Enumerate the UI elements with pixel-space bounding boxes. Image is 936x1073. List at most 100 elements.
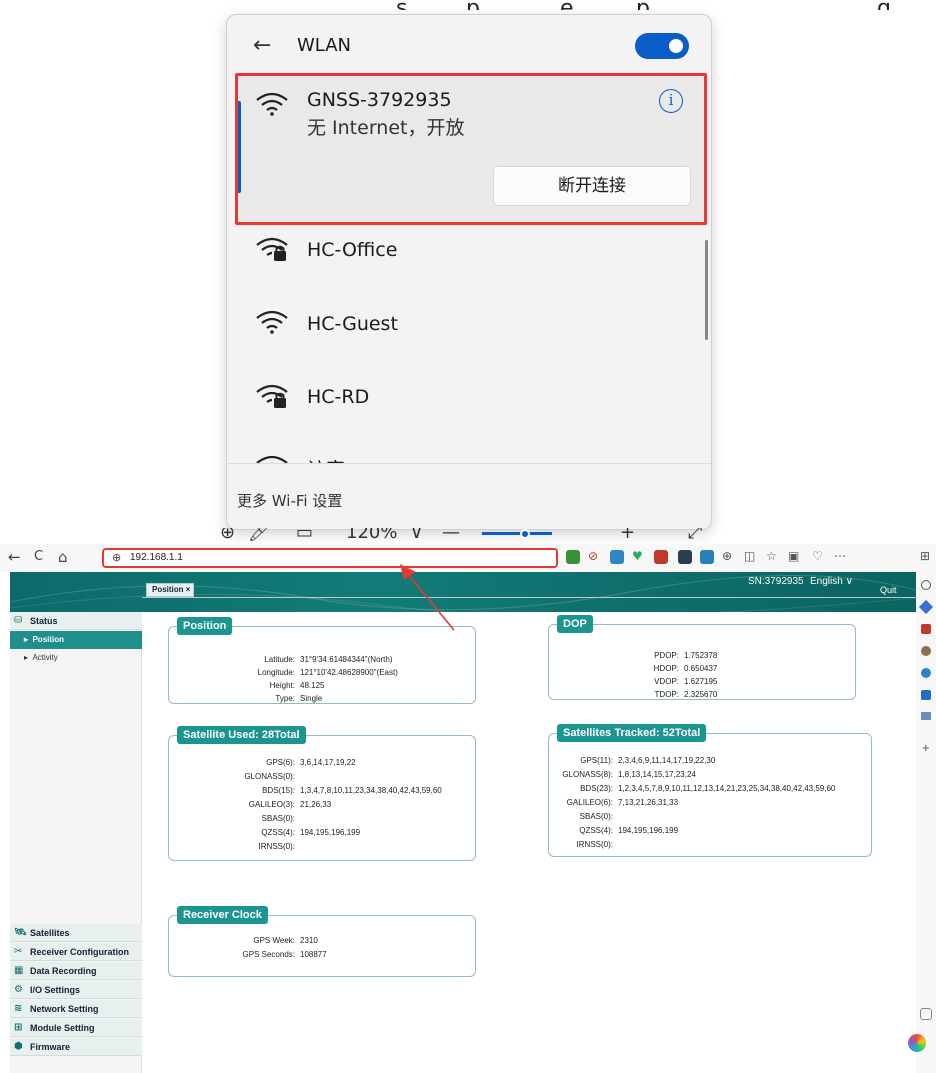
card-title: Satellite Used: 28Total (177, 726, 306, 744)
edge-sidebar: + (908, 572, 936, 1073)
network-name[interactable]: HC-Office (307, 239, 397, 261)
kv-row: BDS(23): 1,2,3,4,5,7,8,9,10,11,12,13,14,2… (580, 784, 836, 793)
card-title: Receiver Clock (177, 906, 268, 924)
shield-icon[interactable]: ♥ (632, 549, 643, 563)
quit-button[interactable]: Quit (880, 585, 897, 595)
screenshot-root: ， s p e p g ← WLAN GNSS-3792935 无 Intern… (0, 0, 936, 1073)
kv-row: BDS(15): 1,3,4,7,8,10,11,23,34,38,40,42,4… (262, 786, 442, 795)
sidebar-label: Network Setting (30, 1004, 99, 1014)
sidebar-item-module-setting[interactable]: ⊞ Module Setting (10, 1019, 142, 1037)
sidebar-item-receiver-configuration[interactable]: ✂ Receiver Configuration (10, 943, 142, 961)
network-item-clipped[interactable]: 访客 (227, 445, 711, 463)
reload-icon[interactable]: C (34, 549, 43, 564)
zoom-out-icon[interactable]: — (442, 528, 460, 542)
dop-card: DOP PDOP: 1.752378 HDOP: 0.650437 VDOP: 1.6… (548, 615, 856, 700)
sidebar-item-satellites[interactable]: 🛰 Satellites (10, 924, 142, 942)
network-name[interactable]: HC-Guest (307, 313, 398, 335)
collections-icon[interactable]: ▣ (788, 549, 799, 563)
satellite-icon: 🛰 (14, 927, 27, 938)
copilot-brain-icon[interactable] (908, 1034, 926, 1052)
network-name: 访客 (307, 455, 345, 463)
module-icon: ⊞ (14, 1022, 23, 1033)
cropped-caption-text: ， s p e p g (0, 0, 936, 10)
block-icon[interactable]: ⊘ (588, 549, 598, 563)
language-select[interactable]: English ∨ (810, 576, 853, 587)
zoom-icon[interactable]: ⊕ (220, 528, 235, 542)
wlan-footer: 更多 Wi-Fi 设置 (227, 463, 711, 529)
serial-number: SN:3792935 (748, 576, 804, 587)
copilot-icon[interactable] (918, 599, 934, 615)
favorites-icon[interactable]: ☆ (766, 549, 777, 563)
screenshot-icon[interactable] (920, 1008, 932, 1020)
card-title: Position (177, 617, 233, 635)
zoom-in-icon[interactable]: + (620, 528, 635, 542)
kv-row: SBAS(0): (579, 812, 613, 821)
scrollbar-thumb[interactable] (705, 240, 708, 340)
kv-row: PDOP: 1.752378 (654, 651, 718, 660)
tools-icon[interactable] (921, 668, 931, 678)
tab-position[interactable]: Position × (146, 583, 194, 597)
kv-row: Latitude: 31°9'34.61484344"(North) (264, 655, 393, 664)
sidebar-item-network-setting[interactable]: ≋ Network Setting (10, 1000, 142, 1018)
sidebar-toggle-icon[interactable]: ⊞ (920, 549, 930, 563)
kv-row: GPS(11): 2,3,4,6,9,11,14,17,19,22,30 (580, 756, 716, 765)
receiver-clock-card: Receiver Clock GPS Week: 2310 GPS Seconds… (168, 906, 476, 977)
kv-row: GPS(6): 3,6,14,17,19,22 (266, 758, 356, 767)
sidebar-item-position[interactable]: ▸ Position (10, 631, 142, 649)
search-icon[interactable] (921, 580, 931, 590)
disconnect-button[interactable]: 断开连接 (493, 166, 691, 206)
expand-icon[interactable]: ⤢ (688, 528, 702, 542)
zoom-slider-track[interactable] (482, 532, 552, 535)
caption-fragment: g (877, 0, 891, 10)
heart-icon[interactable]: ♡ (812, 549, 823, 563)
extension-icon[interactable] (700, 550, 714, 564)
more-wifi-settings-link[interactable]: 更多 Wi-Fi 设置 (237, 490, 342, 511)
sidebar-item-firmware[interactable]: ⬢ Firmware (10, 1038, 142, 1056)
wifi-icon (256, 92, 288, 116)
network-name[interactable]: HC-RD (307, 386, 369, 408)
extension-icon[interactable] (654, 550, 668, 564)
persona-icon[interactable] (921, 646, 931, 656)
selection-accent-bar (237, 101, 241, 193)
record-icon: ▦ (14, 965, 24, 976)
sidebar-label: Receiver Configuration (30, 947, 130, 957)
app-sidebar: ⛁ Status ▸ Position ▸ Activity 🛰 Satelli… (10, 612, 142, 1073)
extension-icon[interactable] (678, 550, 692, 564)
wlan-title: WLAN (297, 35, 352, 56)
split-screen-icon[interactable]: ◫ (744, 549, 755, 563)
home-icon[interactable]: ⌂ (58, 548, 68, 566)
shopping-icon[interactable] (921, 624, 931, 634)
extension-icon[interactable] (610, 550, 624, 564)
game-icon[interactable] (921, 712, 931, 720)
kv-row: Type: Single (275, 694, 323, 703)
address-bar[interactable]: ⊕ 192.168.1.1 (102, 548, 558, 568)
sidebar-item-status[interactable]: ⛁ Status (10, 612, 142, 630)
zoom-slider-thumb[interactable] (520, 529, 530, 539)
chevron-down-icon[interactable]: ∨ (410, 528, 423, 542)
url-text[interactable]: 192.168.1.1 (130, 552, 183, 563)
outlook-icon[interactable] (921, 690, 931, 700)
kv-row: GALILEO(6): 7,13,21,26,31,33 (566, 798, 679, 807)
back-arrow-icon[interactable]: ← (253, 33, 271, 58)
pen-icon[interactable]: 🖊 (248, 528, 271, 542)
sidebar-label: Module Setting (30, 1023, 95, 1033)
extension-icon[interactable] (566, 550, 580, 564)
sidebar-item-io-settings[interactable]: ⚙ I/O Settings (10, 981, 142, 999)
kv-row: QZSS(4): 194,195,196,199 (579, 826, 679, 835)
annotation-arrow (400, 564, 455, 631)
caption-fragment: e (560, 0, 574, 10)
wlan-toggle[interactable] (635, 33, 689, 59)
sidebar-label: Activity (32, 653, 58, 662)
sidebar-item-data-recording[interactable]: ▦ Data Recording (10, 962, 142, 980)
more-icon[interactable]: ⋯ (834, 549, 846, 563)
sidebar-item-activity[interactable]: ▸ Activity (10, 649, 142, 667)
refresh-icon[interactable]: ⊕ (722, 549, 732, 563)
back-icon[interactable]: ← (8, 548, 21, 566)
wifi-lock-icon (256, 384, 288, 408)
add-icon[interactable]: + (922, 740, 930, 755)
info-icon[interactable]: i (659, 89, 683, 113)
kv-row: HDOP: 0.650437 (653, 664, 718, 673)
browser-toolbar: ← C ⌂ ⊕ 192.168.1.1 ⊘ ♥ ⊕ ◫ ☆ ▣ ♡ ⋯ ⊞ (0, 544, 936, 572)
caption-fragment: s (396, 0, 407, 10)
fit-icon[interactable]: ▭ (296, 528, 313, 542)
